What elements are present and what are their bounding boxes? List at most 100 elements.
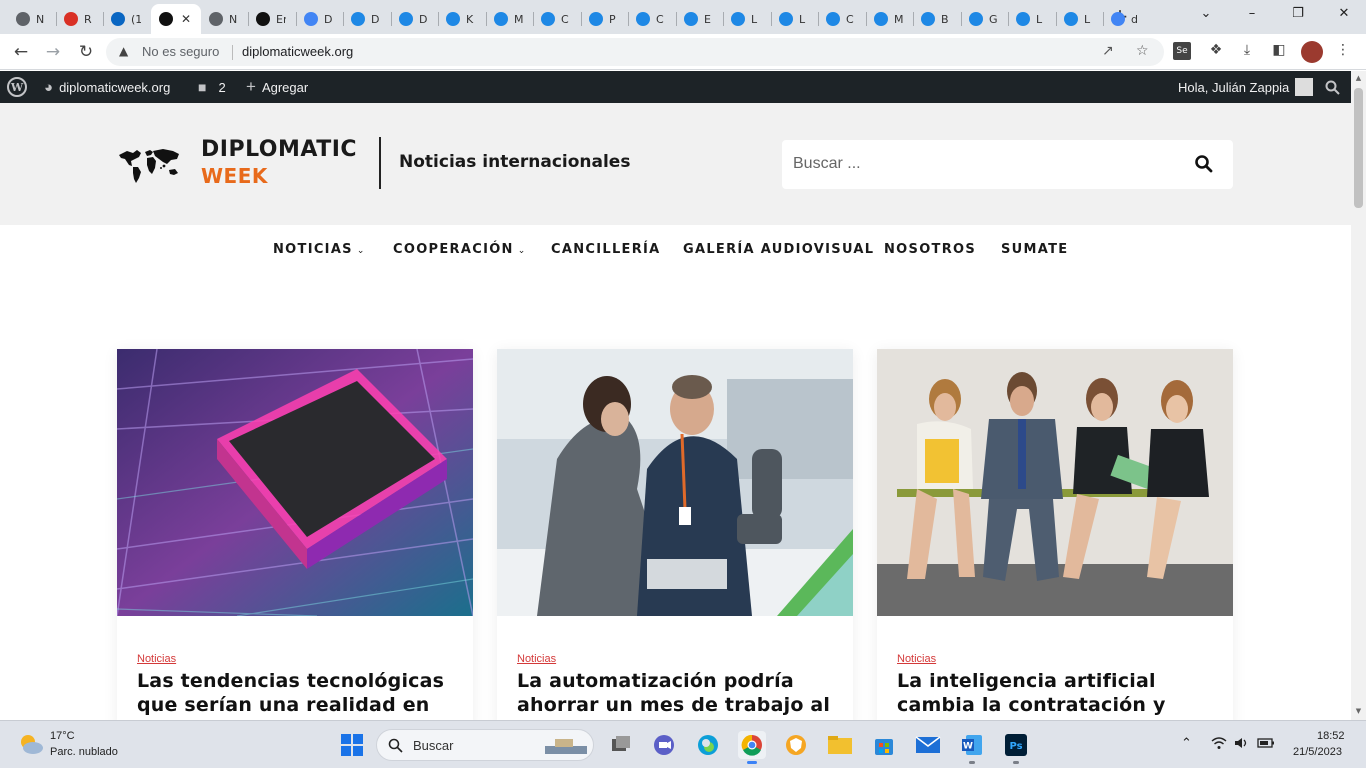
browser-tab[interactable]: Er (248, 4, 296, 34)
site-search-form[interactable]: Buscar ... (782, 140, 1233, 189)
back-icon[interactable]: ← (9, 40, 33, 64)
browser-tab[interactable]: (1 (103, 4, 151, 34)
extensions-puzzle-icon[interactable]: ❖ (1206, 42, 1226, 62)
tab-title[interactable]: L (751, 13, 761, 26)
photoshop-icon[interactable]: Ps (1002, 731, 1030, 759)
warning-icon[interactable]: ▲ (119, 44, 128, 58)
tab-title[interactable]: N (229, 13, 239, 26)
volume-icon[interactable] (1234, 736, 1250, 754)
nav-item-galeria-audiovisual[interactable]: GALERÍA AUDIOVISUAL (683, 242, 874, 257)
tab-title[interactable]: R (84, 13, 94, 26)
tab-title[interactable]: D (419, 13, 429, 26)
tab-title[interactable]: C (561, 13, 571, 26)
post-category-link[interactable]: Noticias (897, 653, 936, 665)
taskbar-search[interactable]: Buscar (376, 729, 594, 761)
file-explorer-icon[interactable] (826, 731, 854, 759)
microsoft-store-icon[interactable] (870, 731, 898, 759)
tab-title[interactable]: D (371, 13, 381, 26)
tab-title[interactable]: P (609, 13, 619, 26)
browser-tab[interactable]: d (1103, 4, 1151, 34)
search-icon[interactable] (1192, 152, 1216, 176)
post-category-link[interactable]: Noticias (137, 653, 176, 665)
post-category-link[interactable]: Noticias (517, 653, 556, 665)
chrome-menu-icon[interactable]: ⋮ (1333, 42, 1353, 62)
tab-title[interactable]: C (656, 13, 666, 26)
new-content-menu[interactable]: + Agregar (246, 71, 308, 103)
url-text[interactable]: diplomaticweek.org (242, 44, 353, 59)
tab-title[interactable]: B (941, 13, 951, 26)
browser-tab[interactable]: M (486, 4, 534, 34)
browser-tab[interactable]: L (723, 4, 771, 34)
page-scrollbar[interactable]: ▲ ▼ (1351, 71, 1366, 720)
comments-count[interactable]: 2 (218, 80, 225, 95)
browser-tab[interactable]: E (676, 4, 724, 34)
partly-cloudy-icon[interactable] (18, 733, 44, 755)
tab-title[interactable]: (1 (131, 13, 141, 26)
minimize-button[interactable]: – (1234, 4, 1270, 26)
browser-tab[interactable]: C (533, 4, 581, 34)
browser-tab[interactable]: L (1056, 4, 1104, 34)
security-label[interactable]: No es seguro (142, 44, 219, 59)
post-thumbnail-lab[interactable] (497, 349, 853, 616)
site-name-menu[interactable]: ◕ diplomaticweek.org (44, 71, 170, 103)
tab-title[interactable]: L (1084, 13, 1094, 26)
wp-logo-menu[interactable]: W (7, 71, 27, 103)
browser-tab[interactable]: D (296, 4, 344, 34)
profile-avatar[interactable] (1301, 41, 1323, 63)
nav-item-cooperacion[interactable]: COOPERACIÓN ⌄ (393, 242, 527, 257)
nav-label[interactable]: NOSOTROS (884, 242, 976, 257)
logo-line1[interactable]: DIPLOMATIC (201, 137, 357, 162)
close-tab-icon[interactable]: ✕ (181, 12, 191, 26)
tab-title[interactable]: M (514, 13, 524, 26)
logo-line2[interactable]: WEEK (201, 164, 268, 188)
wordpress-icon[interactable]: W (7, 77, 27, 97)
chrome-taskbar-icon[interactable] (738, 731, 766, 759)
word-icon[interactable]: W (958, 731, 986, 759)
browser-tab[interactable]: D (343, 4, 391, 34)
tab-title[interactable]: L (1036, 13, 1046, 26)
nav-item-sumate[interactable]: SUMATE (1001, 242, 1068, 257)
tab-title[interactable]: D (324, 13, 334, 26)
taskbar-search-label[interactable]: Buscar (413, 738, 453, 753)
reload-icon[interactable]: ↻ (74, 40, 98, 64)
nav-label[interactable]: GALERÍA AUDIOVISUAL (683, 242, 874, 257)
windows-start-icon[interactable] (338, 731, 366, 759)
browser-tab[interactable]: L (771, 4, 819, 34)
tab-title[interactable]: L (799, 13, 809, 26)
browser-tab[interactable]: N (8, 4, 56, 34)
weather-description[interactable]: Parc. nublado (50, 746, 118, 758)
tab-title[interactable]: E (704, 13, 714, 26)
world-map-logo-icon[interactable] (117, 143, 183, 185)
tab-title[interactable]: C (846, 13, 856, 26)
forward-icon[interactable]: → (41, 40, 65, 64)
post-title-link[interactable]: La inteligencia artificial cambia la con… (897, 669, 1217, 717)
browser-tab[interactable]: ✕ (151, 4, 201, 34)
browser-tab[interactable]: R (56, 4, 104, 34)
scroll-thumb[interactable] (1354, 88, 1363, 208)
address-bar[interactable]: ▲ No es seguro diplomaticweek.org ↗ ☆ (106, 38, 1164, 66)
site-name-label[interactable]: diplomaticweek.org (59, 80, 170, 95)
teams-chat-icon[interactable] (650, 731, 678, 759)
side-panel-icon[interactable]: ◧ (1269, 42, 1289, 62)
nav-label[interactable]: NOTICIAS (273, 242, 353, 257)
new-content-label[interactable]: Agregar (262, 80, 308, 95)
mail-icon[interactable] (914, 731, 942, 759)
tab-title[interactable]: d (1131, 13, 1141, 26)
wifi-icon[interactable] (1211, 736, 1227, 754)
tray-chevron-up-icon[interactable]: ⌃ (1181, 736, 1192, 751)
share-icon[interactable]: ↗ (1102, 43, 1114, 59)
edge-icon[interactable] (694, 731, 722, 759)
close-window-button[interactable]: ✕ (1326, 4, 1362, 26)
tab-search-button[interactable]: ⌄ (1188, 4, 1224, 26)
browser-tab[interactable]: D (391, 4, 439, 34)
browser-tab[interactable]: C (818, 4, 866, 34)
comments-menu[interactable]: ■ 2 (198, 71, 226, 103)
scroll-up-icon[interactable]: ▲ (1354, 74, 1363, 84)
my-account-menu[interactable]: Hola, Julián Zappia (1178, 71, 1314, 103)
browser-tab[interactable]: B (913, 4, 961, 34)
tab-title[interactable]: M (894, 13, 904, 26)
post-title-link[interactable]: La automatización podría ahorrar un mes … (517, 669, 837, 717)
browser-tab[interactable]: M (866, 4, 914, 34)
tab-title[interactable]: K (466, 13, 476, 26)
nav-label[interactable]: COOPERACIÓN (393, 242, 514, 257)
